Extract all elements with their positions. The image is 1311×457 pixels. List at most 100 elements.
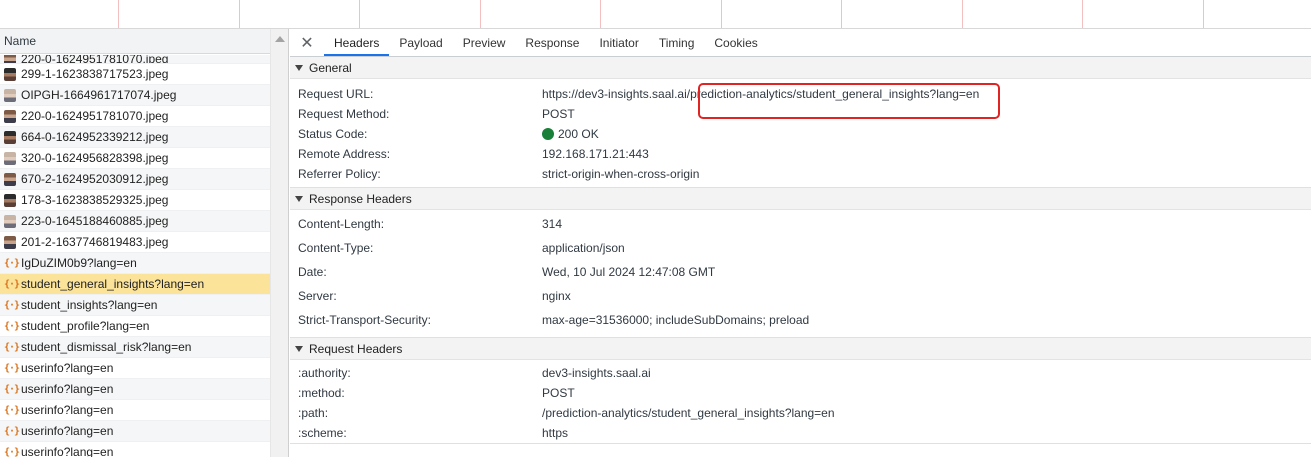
request-row[interactable]: {·} userinfo?lang=en (0, 379, 271, 400)
request-row[interactable]: {·} student_profile?lang=en (0, 316, 271, 337)
request-name: student_dismissal_risk?lang=en (21, 340, 192, 354)
header-value: /prediction-analytics/student_general_in… (542, 406, 835, 420)
response-headers-section-header[interactable]: Response Headers (290, 188, 1311, 210)
request-name: student_general_insights?lang=en (21, 277, 205, 291)
image-thumbnail-icon (4, 193, 16, 207)
header-row: Date: Wed, 10 Jul 2024 12:47:08 GMT (290, 260, 1311, 284)
header-value: max-age=31536000; includeSubDomains; pre… (542, 313, 810, 327)
request-name: 299-1-1623838717523.jpeg (21, 67, 169, 81)
request-list: 220-0-1624951781070.jpeg 299-1-1623838717… (0, 55, 271, 457)
request-row[interactable]: 320-0-1624956828398.jpeg (0, 148, 271, 169)
json-braces-icon: {·} (4, 299, 20, 311)
image-thumbnail-icon (4, 130, 16, 144)
request-row[interactable]: {·} userinfo?lang=en (0, 421, 271, 442)
request-row[interactable]: OIPGH-1664961717074.jpeg (0, 85, 271, 106)
request-name: 201-2-1637746819483.jpeg (21, 235, 169, 249)
request-row[interactable]: 201-2-1637746819483.jpeg (0, 232, 271, 253)
header-row: :path: /prediction-analytics/student_gen… (290, 403, 1311, 423)
header-value: Wed, 10 Jul 2024 12:47:08 GMT (542, 265, 716, 279)
header-row: Strict-Transport-Security: max-age=31536… (290, 308, 1311, 332)
tab-cookies[interactable]: Cookies (704, 29, 767, 56)
tab-headers[interactable]: Headers (324, 29, 390, 56)
json-braces-icon: {·} (4, 362, 20, 374)
image-thumbnail-icon (4, 151, 16, 165)
request-row[interactable]: 223-0-1645188460885.jpeg (0, 211, 271, 232)
request-name: userinfo?lang=en (21, 382, 114, 396)
name-column-label: Name (4, 34, 37, 48)
header-value: nginx (542, 289, 571, 303)
image-thumbnail-icon (4, 55, 16, 63)
json-braces-icon: {·} (4, 446, 20, 457)
timeline-gridline (962, 0, 963, 28)
header-key: :path: (298, 406, 329, 420)
request-row[interactable]: {·} userinfo?lang=en (0, 442, 271, 457)
request-name: student_profile?lang=en (21, 319, 150, 333)
header-value: dev3-insights.saal.ai (542, 366, 651, 380)
tab-response[interactable]: Response (515, 29, 589, 56)
json-braces-icon: {·} (4, 404, 20, 416)
request-row[interactable]: 178-3-1623838529325.jpeg (0, 190, 271, 211)
header-key: Request URL: (298, 87, 374, 101)
name-column-header[interactable]: Name (0, 29, 288, 54)
tab-payload[interactable]: Payload (389, 29, 452, 56)
timeline-gridline (1082, 0, 1083, 28)
timeline-gridline (600, 0, 601, 28)
request-row[interactable]: {·} userinfo?lang=en (0, 358, 271, 379)
expand-triangle-icon (295, 345, 303, 352)
image-thumbnail-icon (4, 67, 16, 81)
scroll-up-arrow-icon[interactable] (275, 36, 285, 42)
header-value: POST (542, 107, 575, 121)
request-row[interactable]: 220-0-1624951781070.jpeg (0, 106, 271, 127)
tab-initiator[interactable]: Initiator (589, 29, 648, 56)
request-row[interactable]: 299-1-1623838717523.jpeg (0, 64, 271, 85)
request-name: userinfo?lang=en (21, 445, 114, 457)
header-key: Request Method: (298, 107, 390, 121)
close-icon[interactable]: ✕ (290, 29, 324, 56)
header-key: :method: (298, 386, 345, 400)
header-key: Remote Address: (298, 147, 391, 161)
tab-preview[interactable]: Preview (453, 29, 516, 56)
header-value: application/json (542, 241, 625, 255)
header-key: Strict-Transport-Security: (298, 313, 431, 327)
image-thumbnail-icon (4, 214, 16, 228)
header-row: :authority: dev3-insights.saal.ai (290, 363, 1311, 383)
request-row[interactable]: 670-2-1624952030912.jpeg (0, 169, 271, 190)
header-value: 192.168.171.21:443 (542, 147, 649, 161)
header-row: :scheme: https (290, 423, 1311, 443)
request-row[interactable]: {·} student_insights?lang=en (0, 295, 271, 316)
request-headers-section-header[interactable]: Request Headers (290, 338, 1311, 360)
header-key: Content-Type: (298, 241, 374, 255)
request-row[interactable]: 664-0-1624952339212.jpeg (0, 127, 271, 148)
expand-triangle-icon (295, 64, 303, 71)
request-list-scrollbar[interactable] (270, 29, 288, 457)
request-row[interactable]: {·} student_general_insights?lang=en (0, 274, 271, 295)
expand-triangle-icon (295, 195, 303, 202)
request-row[interactable]: 220-0-1624951781070.jpeg (0, 55, 271, 64)
request-name: userinfo?lang=en (21, 361, 114, 375)
json-braces-icon: {·} (4, 278, 20, 290)
response-headers-title: Response Headers (309, 191, 412, 206)
header-row: :method: POST (290, 383, 1311, 403)
json-braces-icon: {·} (4, 425, 20, 437)
tab-timing[interactable]: Timing (649, 29, 705, 56)
header-value: https (542, 426, 569, 440)
status-code-value: 200 OK (542, 127, 599, 141)
general-section-header[interactable]: General (290, 57, 1311, 79)
timeline-gridline (1203, 0, 1204, 28)
header-key: Referrer Policy: (298, 167, 381, 181)
general-section: General Request URL: https://dev3-insigh… (290, 57, 1311, 188)
header-key: Content-Length: (298, 217, 385, 231)
header-row: Content-Type: application/json (290, 236, 1311, 260)
json-braces-icon: {·} (4, 320, 20, 332)
request-headers-title: Request Headers (309, 341, 403, 356)
header-row: Referrer Policy: strict-origin-when-cros… (290, 164, 1311, 184)
request-list-panel: Name 220-0-1624951781070.jpeg 299-1-16238… (0, 29, 289, 457)
timeline-gridline (118, 0, 119, 28)
request-row[interactable]: {·} userinfo?lang=en (0, 400, 271, 421)
request-row[interactable]: {·} IgDuZIM0b9?lang=en (0, 253, 271, 274)
request-row[interactable]: {·} student_dismissal_risk?lang=en (0, 337, 271, 358)
network-timeline-overview[interactable] (0, 0, 1311, 29)
request-name: IgDuZIM0b9?lang=en (21, 256, 137, 270)
header-row: Content-Length: 314 (290, 212, 1311, 236)
timeline-gridline (239, 0, 240, 28)
